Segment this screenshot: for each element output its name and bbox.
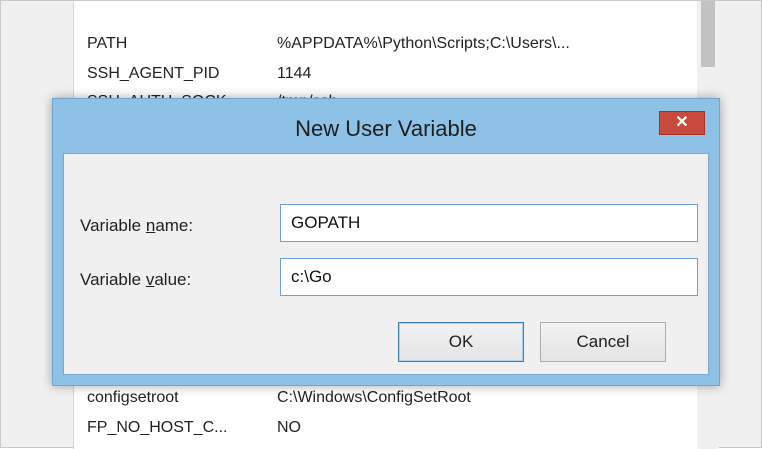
close-icon: ✕ — [675, 114, 689, 131]
variable-value-input[interactable]: c:\Go — [280, 258, 698, 296]
cancel-button[interactable]: Cancel — [540, 322, 666, 362]
new-user-variable-dialog: New User Variable ✕ Variable name: GOPAT… — [52, 98, 720, 386]
variable-value: %APPDATA%\Python\Scripts;C:\Users\... — [277, 35, 570, 52]
label-text: alue: — [154, 270, 192, 289]
access-key: n — [145, 216, 156, 235]
variable-value: 1144 — [277, 65, 312, 82]
label-text: ame: — [155, 216, 194, 235]
variable-value: C:\Windows\ConfigSetRoot — [277, 389, 471, 406]
dialog-body: Variable name: GOPATH Variable value: c:… — [63, 153, 709, 375]
variable-name-input[interactable]: GOPATH — [280, 204, 698, 242]
label-text: Variable — [80, 270, 146, 289]
dialog-title: New User Variable — [295, 116, 477, 141]
ok-button[interactable]: OK — [398, 322, 524, 362]
dialog-titlebar[interactable]: New User Variable ✕ — [53, 99, 719, 159]
close-button[interactable]: ✕ — [659, 111, 705, 135]
variable-name: SSH_AGENT_PID — [87, 65, 220, 82]
variable-name: FP_NO_HOST_C... — [87, 419, 228, 436]
label-text: Variable — [80, 216, 146, 235]
variable-value-label: Variable value: — [80, 270, 191, 290]
variable-name: PATH — [87, 35, 128, 52]
variable-name-label: Variable name: — [80, 216, 193, 236]
scrollbar-thumb[interactable] — [701, 1, 715, 67]
variable-name: configsetroot — [87, 389, 179, 406]
variable-value: NO — [277, 419, 301, 436]
